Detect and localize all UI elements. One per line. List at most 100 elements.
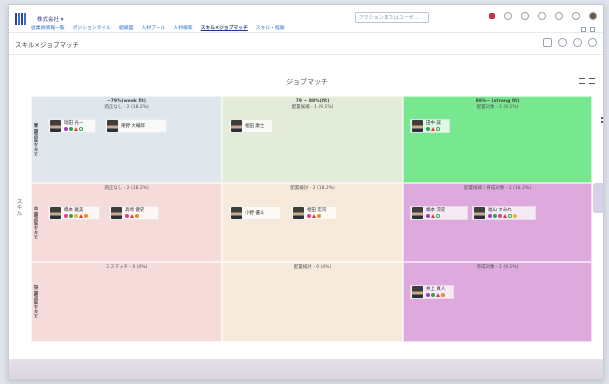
notification-icon[interactable] [489,13,495,19]
chart-icon[interactable] [590,27,595,32]
green-badge-icon [69,127,73,131]
matrix-cell[interactable]: 配置検討 - 0 (0%) [222,262,403,342]
candidate-name[interactable]: 東野 大輔郎 [121,124,145,129]
candidate-card[interactable]: 相田 康士 [229,119,273,133]
compact-view-icon[interactable] [589,78,595,84]
candidate-card[interactable]: 相田 宏司 [291,206,337,220]
matrix-cell[interactable]: 89%~ (strong fit) 配置対象 - 1 (9.1%) 田中 誠 [403,96,592,183]
candidate-card[interactable]: 高崎 健史 [109,206,159,220]
candidate-info: 高崎 健史 [125,208,144,218]
orange-badge-icon [84,214,88,218]
candidate-card[interactable]: 福山 すみれ [472,206,536,220]
candidate-name[interactable]: 相田 宏司 [307,208,326,213]
tab-5[interactable]: スキル×ジョブマッチ [201,24,248,31]
gear-icon[interactable] [573,38,582,47]
matrix-cell[interactable]: 適正なし - 2 (18.2%) スキル充足度 中 橋本 雅美 高崎 健史 [31,183,222,262]
user-avatar[interactable] [589,12,597,20]
candidate-card[interactable]: 東野 大輔郎 [105,119,167,133]
candidate-card[interactable]: 瑞田 光一 [48,119,96,133]
company-logo-icon[interactable] [15,12,29,25]
candidate-badges [426,214,445,218]
candidate-name[interactable]: 小野 優斗 [245,211,264,216]
matrix-cell[interactable]: 配置候補 / 育成対象 - 2 (18.2%) 橘本 涼史 福山 すみれ [403,183,592,262]
ring-badge-icon [436,214,440,218]
cell-header: 育成対象 - 1 (9.1%) [404,265,591,271]
tab-6[interactable]: スキル・経験 [256,24,285,31]
more-icon[interactable] [558,38,567,47]
candidate-info: 瑞田 光一 [64,121,83,131]
candidate-name[interactable]: 相田 康士 [245,124,264,129]
filter-icon[interactable] [543,38,552,47]
red-badge-icon [431,214,435,218]
yellow-badge-icon [513,214,517,218]
red-badge-icon [130,214,134,218]
list-view-icon[interactable] [579,78,585,84]
orange-badge-icon [135,214,139,218]
grid-view-icon[interactable] [601,117,603,123]
green-badge-icon [431,293,435,297]
bookmark-icon[interactable] [521,12,529,20]
y-axis-label: スキル [15,198,22,216]
candidate-info: 橋本 雅美 [64,208,88,218]
cell-header: ~79%(weak fit) 適正なし - 2 (18.2%) [32,99,221,111]
skill-job-matrix: ~79%(weak fit) 適正なし - 2 (18.2%) スキル充足度 高 瑞田… [31,96,592,342]
orange-badge-icon [441,293,445,297]
matrix-cell[interactable]: 配置検討 - 2 (18.2%) 小野 優斗 相田 宏司 [222,183,403,262]
ring-badge-icon [436,127,440,131]
green-badge-icon [426,127,430,131]
ring-badge-icon [79,127,83,131]
candidate-photo [50,120,61,132]
candidate-name[interactable]: 高崎 健史 [125,208,144,213]
flag-icon[interactable] [538,12,546,20]
matrix-cell[interactable]: 育成対象 - 1 (9.1%) 井上 真人 [403,262,592,342]
settings-icon[interactable] [555,12,563,20]
help-icon[interactable] [572,12,580,20]
cell-count-label: 育成対象 - 1 (9.1%) [476,265,519,270]
heart-badge-icon [498,214,502,218]
candidate-name[interactable]: 橋本 雅美 [64,208,88,213]
candidate-photo [107,120,118,132]
search-input[interactable]: アクションまたはユーザ… [355,12,429,23]
candidate-card[interactable]: 橋本 雅美 [48,206,100,220]
candidate-name[interactable]: 福山 すみれ [488,208,517,213]
candidate-card[interactable]: 井上 真人 [410,285,454,299]
cell-header: 89%~ (strong fit) 配置対象 - 1 (9.1%) [404,99,591,111]
candidate-info: 相田 康士 [245,124,264,129]
green-badge-icon [493,214,497,218]
row-label: スキル充足度 中 [33,184,41,261]
side-panel-handle[interactable] [593,183,603,213]
tab-1[interactable]: ポジションタイル [73,24,111,31]
header-actions [489,12,597,20]
cell-header: 79 ~ 88%(fit) 配置候補 - 1 (9.1%) [223,99,402,111]
candidate-photo [474,207,485,219]
heart-badge-icon [307,214,311,218]
row-label-text: スキル充足度 高 [34,122,39,157]
candidate-name[interactable]: 田中 誠 [426,121,441,126]
refresh-icon[interactable] [588,38,597,47]
candidate-card[interactable]: 田中 誠 [410,119,450,133]
matrix-cell[interactable]: ~79%(weak fit) 適正なし - 2 (18.2%) スキル充足度 高 瑞田… [31,96,222,183]
org-switcher[interactable]: 株式会社 ▾ [37,15,64,23]
candidate-card[interactable]: 橘本 涼史 [410,206,468,220]
row-label-text: スキル充足度 中 [34,205,39,240]
ring-badge-icon [508,214,512,218]
tab-2[interactable]: 組織図 [119,24,133,31]
row-label-text: スキル充足度 低 [34,285,39,319]
page-actions [543,38,597,47]
matrix-cell[interactable]: ミスマッチ - 0 (0%) スキル充足度 低 [31,262,222,342]
candidate-card[interactable]: 小野 優斗 [229,206,281,220]
red-badge-icon [74,127,78,131]
list-icon[interactable] [581,27,586,32]
tab-4[interactable]: 人材検索 [173,24,192,31]
tab-3[interactable]: 人材プール [141,24,165,31]
candidate-photo [412,286,423,298]
yellow-badge-icon [74,214,78,218]
tab-0[interactable]: 従業員情報一覧 [31,24,65,31]
history-icon[interactable] [504,12,512,20]
candidate-name[interactable]: 橘本 涼史 [426,208,445,213]
heart-badge-icon [125,214,129,218]
candidate-name[interactable]: 瑞田 光一 [64,121,83,126]
green-badge-icon [69,214,73,218]
matrix-cell[interactable]: 79 ~ 88%(fit) 配置候補 - 1 (9.1%) 相田 康士 [222,96,403,183]
candidate-name[interactable]: 井上 真人 [426,287,445,292]
